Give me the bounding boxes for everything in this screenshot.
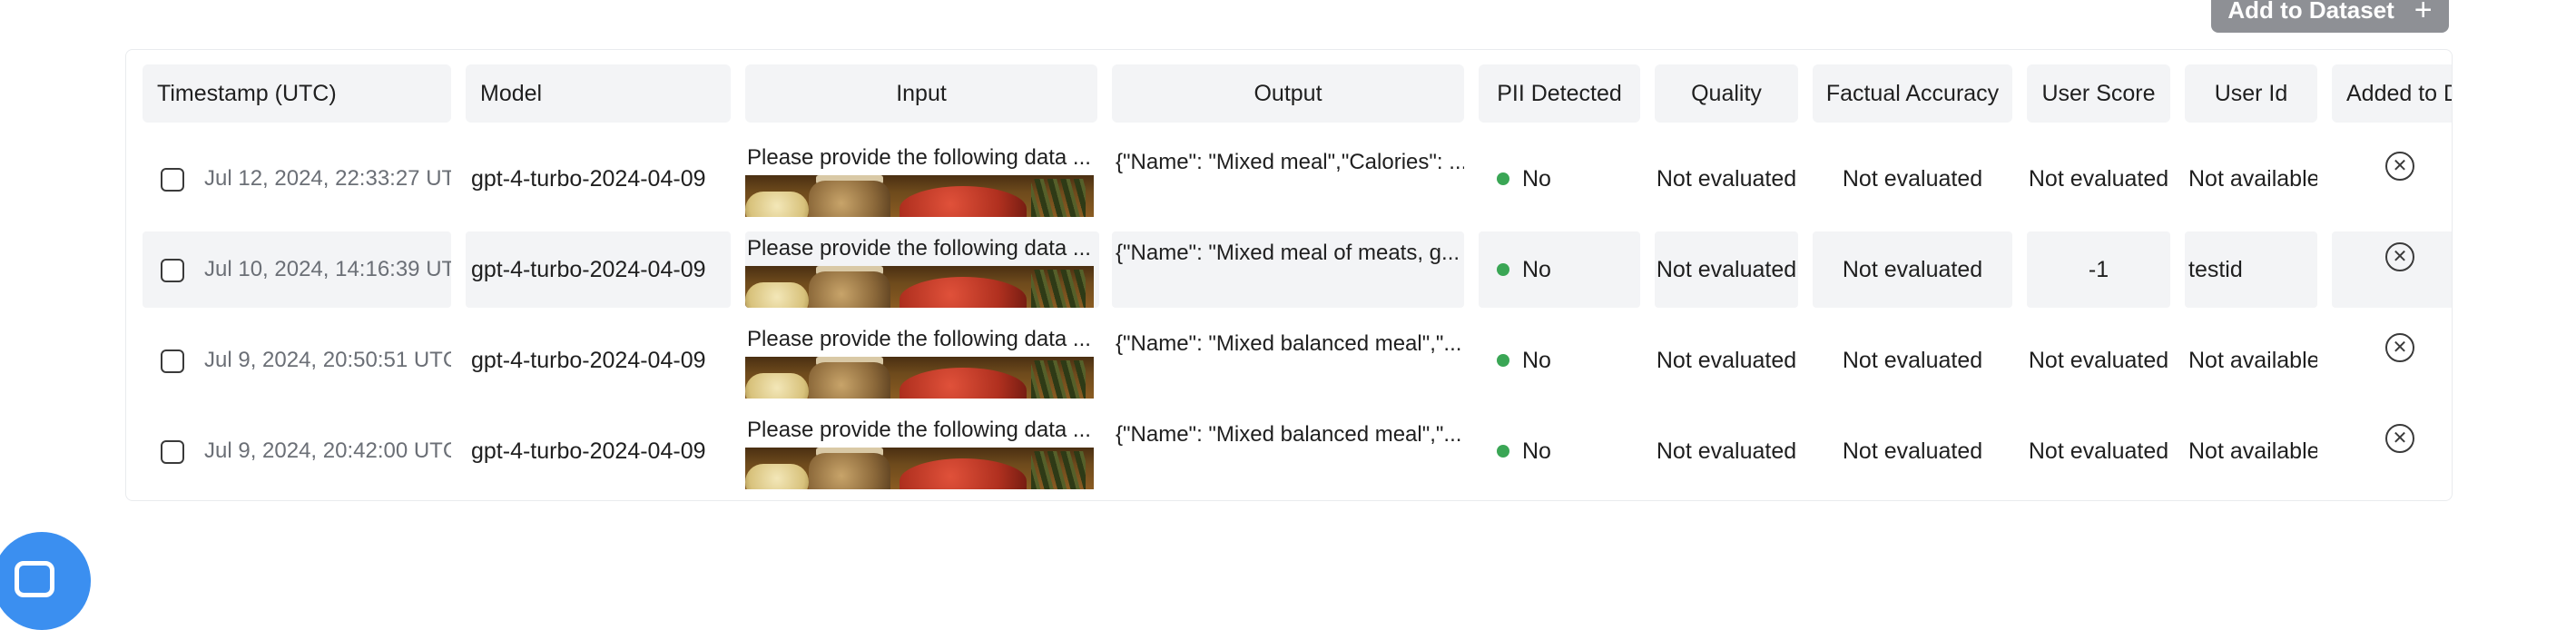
status-dot-icon xyxy=(1497,172,1509,185)
input-cell[interactable]: Please provide the following data ... xyxy=(745,413,1099,489)
header-pii-detected[interactable]: PII Detected xyxy=(1479,64,1640,123)
table-row[interactable]: Jul 9, 2024, 20:50:51 UTC gpt-4-turbo-20… xyxy=(126,322,2452,399)
close-circle-icon[interactable]: ✕ xyxy=(2385,152,2414,181)
pii-value: No xyxy=(1522,256,1551,282)
header-added-to-dataset[interactable]: Added to Da xyxy=(2332,64,2452,123)
row-checkbox[interactable] xyxy=(161,168,184,192)
food-image-thumbnail[interactable] xyxy=(745,266,1094,308)
input-text: Please provide the following data ... xyxy=(747,327,1091,351)
user-score-cell: Not evaluated xyxy=(2028,438,2169,464)
timestamp-text: Jul 9, 2024, 20:50:51 UTC xyxy=(204,348,451,372)
timestamp-cell: Jul 12, 2024, 22:33:27 UTC xyxy=(143,141,451,217)
timestamp-cell: Jul 9, 2024, 20:50:51 UTC xyxy=(143,322,451,399)
chat-launcher-button[interactable] xyxy=(0,532,91,630)
plus-icon: + xyxy=(2414,0,2433,27)
row-checkbox[interactable] xyxy=(161,440,184,464)
chat-icon xyxy=(15,561,54,597)
header-input[interactable]: Input xyxy=(745,64,1097,123)
output-cell[interactable]: {"Name": "Mixed meal","Calories": ... xyxy=(1112,141,1464,217)
close-circle-icon[interactable]: ✕ xyxy=(2385,242,2414,271)
quality-cell: Not evaluated xyxy=(1655,231,1798,308)
table-row[interactable]: Jul 9, 2024, 20:42:00 UTC gpt-4-turbo-20… xyxy=(126,413,2452,489)
status-dot-icon xyxy=(1497,263,1509,276)
input-text: Please provide the following data ... xyxy=(747,236,1091,261)
quality-cell: Not evaluated xyxy=(1656,438,1797,464)
added-cell: ✕ xyxy=(2332,322,2452,399)
quality-cell: Not evaluated xyxy=(1656,347,1797,373)
timestamp-text: Jul 9, 2024, 20:42:00 UTC xyxy=(204,438,451,463)
user-id-cell: Not available xyxy=(2188,347,2317,373)
user-id-cell: testid xyxy=(2185,231,2317,308)
add-to-dataset-button[interactable]: Add to Dataset + xyxy=(2211,0,2449,33)
pii-value: No xyxy=(1522,347,1551,373)
pii-value: No xyxy=(1522,165,1551,192)
food-image-thumbnail[interactable] xyxy=(745,448,1094,489)
user-score-cell: Not evaluated xyxy=(2028,347,2169,373)
header-timestamp[interactable]: Timestamp (UTC) xyxy=(143,64,451,123)
header-factual-accuracy[interactable]: Factual Accuracy xyxy=(1813,64,2012,123)
close-circle-icon[interactable]: ✕ xyxy=(2385,333,2414,362)
factual-accuracy-cell: Not evaluated xyxy=(1813,231,2012,308)
factual-accuracy-cell: Not evaluated xyxy=(1842,165,1983,192)
pii-value: No xyxy=(1522,438,1551,464)
input-text: Please provide the following data ... xyxy=(747,145,1091,170)
output-cell[interactable]: {"Name": "Mixed meal of meats, g... xyxy=(1112,231,1464,308)
user-id-cell: Not available xyxy=(2188,438,2317,464)
pii-cell: No xyxy=(1479,322,1640,399)
row-checkbox[interactable] xyxy=(161,259,184,282)
added-cell: ✕ xyxy=(2332,141,2452,217)
input-text: Please provide the following data ... xyxy=(747,418,1091,442)
header-user-id[interactable]: User Id xyxy=(2185,64,2317,123)
header-model[interactable]: Model xyxy=(466,64,731,123)
added-cell: ✕ xyxy=(2332,413,2452,489)
timestamp-text: Jul 10, 2024, 14:16:39 UTC xyxy=(204,257,451,281)
input-cell[interactable]: Please provide the following data ... xyxy=(745,141,1099,217)
model-cell: gpt-4-turbo-2024-04-09 xyxy=(471,165,706,192)
logs-table: Timestamp (UTC) Model Input Output PII D… xyxy=(125,49,2453,501)
food-image-thumbnail[interactable] xyxy=(745,357,1094,399)
header-quality[interactable]: Quality xyxy=(1655,64,1798,123)
pii-cell: No xyxy=(1479,141,1640,217)
status-dot-icon xyxy=(1497,445,1509,458)
header-output[interactable]: Output xyxy=(1112,64,1464,123)
model-cell: gpt-4-turbo-2024-04-09 xyxy=(466,231,731,308)
factual-accuracy-cell: Not evaluated xyxy=(1842,347,1983,373)
table-row[interactable]: Jul 12, 2024, 22:33:27 UTC gpt-4-turbo-2… xyxy=(126,141,2452,217)
factual-accuracy-cell: Not evaluated xyxy=(1842,438,1983,464)
output-cell[interactable]: {"Name": "Mixed balanced meal","... xyxy=(1112,413,1464,489)
close-circle-icon[interactable]: ✕ xyxy=(2385,424,2414,453)
added-cell: ✕ xyxy=(2332,231,2452,308)
model-cell: gpt-4-turbo-2024-04-09 xyxy=(471,347,706,373)
status-dot-icon xyxy=(1497,354,1509,367)
user-score-cell: -1 xyxy=(2027,231,2170,308)
timestamp-cell: Jul 9, 2024, 20:42:00 UTC xyxy=(143,413,451,489)
pii-cell: No xyxy=(1479,231,1640,308)
input-cell[interactable]: Please provide the following data ... xyxy=(745,322,1099,399)
user-id-cell: Not available xyxy=(2188,165,2317,192)
add-to-dataset-label: Add to Dataset xyxy=(2227,0,2394,24)
user-score-cell: Not evaluated xyxy=(2028,165,2169,192)
timestamp-cell: Jul 10, 2024, 14:16:39 UTC xyxy=(143,231,451,308)
food-image-thumbnail[interactable] xyxy=(745,175,1094,217)
quality-cell: Not evaluated xyxy=(1656,165,1797,192)
model-cell: gpt-4-turbo-2024-04-09 xyxy=(471,438,706,464)
output-cell[interactable]: {"Name": "Mixed balanced meal","... xyxy=(1112,322,1464,399)
header-user-score[interactable]: User Score xyxy=(2027,64,2170,123)
input-cell[interactable]: Please provide the following data ... xyxy=(745,231,1099,308)
pii-cell: No xyxy=(1479,413,1640,489)
table-row[interactable]: Jul 10, 2024, 14:16:39 UTC gpt-4-turbo-2… xyxy=(126,231,2452,308)
row-checkbox[interactable] xyxy=(161,349,184,373)
timestamp-text: Jul 12, 2024, 22:33:27 UTC xyxy=(204,166,451,191)
